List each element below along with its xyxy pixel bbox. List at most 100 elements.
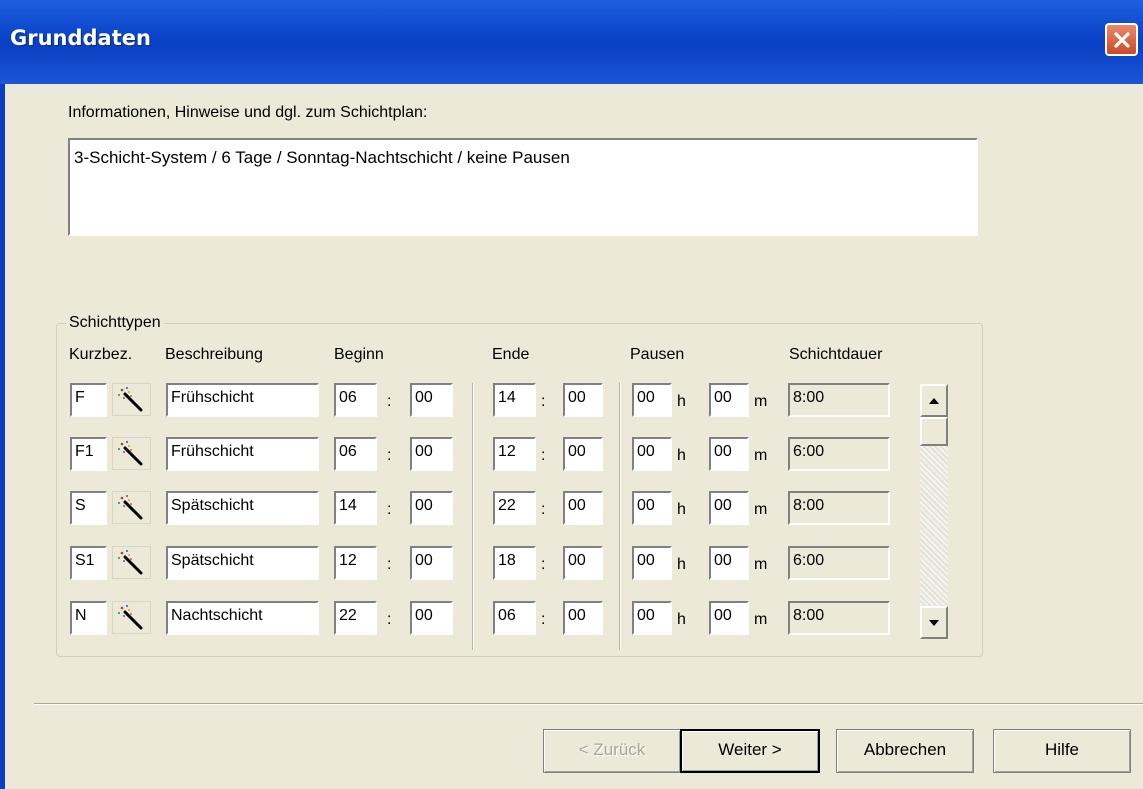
kurzbez-field[interactable]: S1 bbox=[70, 546, 107, 580]
footer-divider bbox=[34, 703, 1143, 705]
schichtdauer-field: 8:00 bbox=[788, 601, 890, 635]
info-label: Informationen, Hinweise und dgl. zum Sch… bbox=[68, 104, 428, 121]
pause-minute-field[interactable]: 00 bbox=[709, 383, 749, 417]
magic-wand-button[interactable] bbox=[112, 601, 151, 634]
close-button[interactable] bbox=[1105, 23, 1138, 56]
pause-hour-unit: h bbox=[677, 393, 686, 410]
header-pausen: Pausen bbox=[630, 346, 685, 363]
window-frame bbox=[0, 84, 5, 789]
schichtdauer-field: 6:00 bbox=[788, 546, 890, 580]
schichtdauer-field: 8:00 bbox=[788, 383, 890, 417]
beschreibung-field[interactable]: Nachtschicht bbox=[166, 601, 319, 635]
header-beginn: Beginn bbox=[334, 346, 384, 363]
vertical-scrollbar[interactable] bbox=[920, 384, 948, 639]
magic-wand-button[interactable] bbox=[112, 491, 151, 524]
beginn-colon: : bbox=[387, 556, 392, 573]
pause-hour-field[interactable]: 00 bbox=[632, 491, 672, 525]
magic-wand-icon bbox=[117, 386, 143, 412]
window-title: Grunddaten bbox=[10, 26, 151, 50]
ende-minute-field[interactable]: 00 bbox=[563, 437, 603, 471]
magic-wand-button[interactable] bbox=[112, 546, 151, 579]
pause-minute-field[interactable]: 00 bbox=[709, 437, 749, 471]
beschreibung-field[interactable]: Spätschicht bbox=[166, 491, 319, 525]
pause-minute-unit: m bbox=[754, 556, 768, 573]
beginn-minute-field[interactable]: 00 bbox=[410, 437, 453, 471]
pause-hour-unit: h bbox=[677, 501, 686, 518]
pause-minute-unit: m bbox=[754, 393, 768, 410]
beschreibung-field[interactable]: Frühschicht bbox=[166, 437, 319, 471]
scroll-down-button[interactable] bbox=[920, 606, 948, 639]
scroll-thumb[interactable] bbox=[920, 417, 948, 446]
scroll-up-button[interactable] bbox=[920, 384, 948, 417]
magic-wand-button[interactable] bbox=[112, 437, 151, 470]
pause-minute-field[interactable]: 00 bbox=[709, 491, 749, 525]
ende-hour-field[interactable]: 22 bbox=[493, 491, 536, 525]
beginn-colon: : bbox=[387, 501, 392, 518]
ende-hour-field[interactable]: 18 bbox=[493, 546, 536, 580]
title-bar: Grunddaten bbox=[0, 0, 1143, 84]
header-ende: Ende bbox=[492, 346, 530, 363]
help-button[interactable]: Hilfe bbox=[993, 729, 1131, 773]
pause-hour-field[interactable]: 00 bbox=[632, 546, 672, 580]
back-button[interactable]: < Zurück bbox=[543, 729, 681, 773]
kurzbez-field[interactable]: F bbox=[70, 383, 107, 417]
ende-colon: : bbox=[541, 611, 546, 628]
beginn-minute-field[interactable]: 00 bbox=[410, 383, 453, 417]
schichttypen-group-label: Schichttypen bbox=[66, 314, 164, 332]
magic-wand-icon bbox=[117, 494, 143, 520]
magic-wand-icon bbox=[117, 604, 143, 630]
beginn-colon: : bbox=[387, 393, 392, 410]
schichtdauer-field: 6:00 bbox=[788, 437, 890, 471]
ende-minute-field[interactable]: 00 bbox=[563, 601, 603, 635]
beginn-minute-field[interactable]: 00 bbox=[410, 546, 453, 580]
separator-beginn-ende bbox=[472, 383, 474, 650]
pause-hour-field[interactable]: 00 bbox=[632, 383, 672, 417]
ende-colon: : bbox=[541, 501, 546, 518]
pause-minute-unit: m bbox=[754, 611, 768, 628]
pause-minute-field[interactable]: 00 bbox=[709, 601, 749, 635]
ende-minute-field[interactable]: 00 bbox=[563, 546, 603, 580]
beginn-hour-field[interactable]: 12 bbox=[334, 546, 377, 580]
cancel-button[interactable]: Abbrechen bbox=[836, 729, 974, 773]
arrow-up-icon bbox=[929, 397, 939, 404]
separator-ende-pausen bbox=[619, 383, 621, 650]
kurzbez-field[interactable]: N bbox=[70, 601, 107, 635]
header-schichtdauer: Schichtdauer bbox=[789, 346, 883, 363]
info-textarea[interactable]: 3-Schicht-System / 6 Tage / Sonntag-Nach… bbox=[68, 138, 978, 236]
close-icon bbox=[1113, 31, 1130, 48]
next-button[interactable]: Weiter > bbox=[680, 729, 820, 773]
magic-wand-button[interactable] bbox=[112, 383, 151, 416]
ende-hour-field[interactable]: 12 bbox=[493, 437, 536, 471]
kurzbez-field[interactable]: S bbox=[70, 491, 107, 525]
pause-hour-field[interactable]: 00 bbox=[632, 601, 672, 635]
magic-wand-icon bbox=[117, 440, 143, 466]
arrow-down-icon bbox=[929, 619, 939, 626]
beschreibung-field[interactable]: Spätschicht bbox=[166, 546, 319, 580]
pause-minute-field[interactable]: 00 bbox=[709, 546, 749, 580]
beginn-hour-field[interactable]: 14 bbox=[334, 491, 377, 525]
beginn-hour-field[interactable]: 06 bbox=[334, 383, 377, 417]
beginn-colon: : bbox=[387, 447, 392, 464]
header-kurzbez: Kurzbez. bbox=[69, 346, 133, 363]
schichtdauer-field: 8:00 bbox=[788, 491, 890, 525]
header-beschreibung: Beschreibung bbox=[165, 346, 263, 363]
pause-hour-unit: h bbox=[677, 447, 686, 464]
ende-hour-field[interactable]: 14 bbox=[493, 383, 536, 417]
ende-colon: : bbox=[541, 447, 546, 464]
pause-hour-field[interactable]: 00 bbox=[632, 437, 672, 471]
pause-minute-unit: m bbox=[754, 447, 768, 464]
beginn-hour-field[interactable]: 06 bbox=[334, 437, 377, 471]
ende-hour-field[interactable]: 06 bbox=[493, 601, 536, 635]
ende-minute-field[interactable]: 00 bbox=[563, 491, 603, 525]
pause-hour-unit: h bbox=[677, 556, 686, 573]
ende-colon: : bbox=[541, 393, 546, 410]
magic-wand-icon bbox=[117, 549, 143, 575]
ende-minute-field[interactable]: 00 bbox=[563, 383, 603, 417]
beginn-hour-field[interactable]: 22 bbox=[334, 601, 377, 635]
kurzbez-field[interactable]: F1 bbox=[70, 437, 107, 471]
pause-hour-unit: h bbox=[677, 611, 686, 628]
beschreibung-field[interactable]: Frühschicht bbox=[166, 383, 319, 417]
beginn-minute-field[interactable]: 00 bbox=[410, 491, 453, 525]
beginn-colon: : bbox=[387, 611, 392, 628]
beginn-minute-field[interactable]: 00 bbox=[410, 601, 453, 635]
